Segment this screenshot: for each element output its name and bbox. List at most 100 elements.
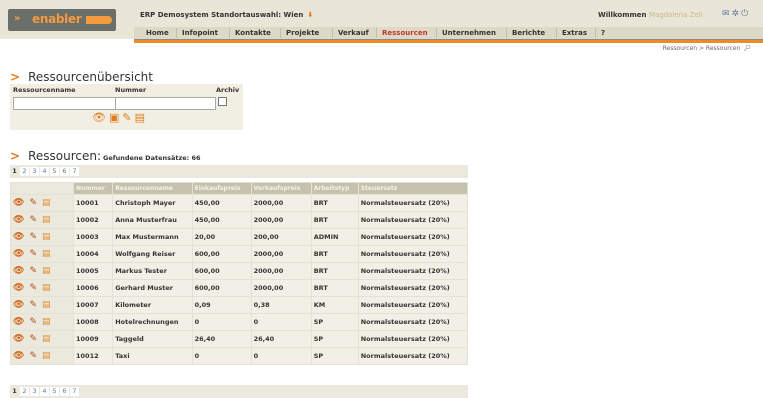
- page-link[interactable]: 5: [50, 387, 59, 396]
- nav-item[interactable]: Ressourcen: [382, 29, 428, 37]
- view-icon[interactable]: 👁︎: [13, 283, 24, 293]
- details-icon[interactable]: ▤: [42, 249, 51, 259]
- nav-item[interactable]: Extras: [562, 29, 587, 37]
- page-link[interactable]: 6: [60, 387, 69, 396]
- nav-item[interactable]: Infopoint: [182, 29, 218, 37]
- column-header[interactable]: Ressourcenname: [113, 183, 192, 194]
- edit-icon[interactable]: ✎: [29, 300, 37, 310]
- column-header[interactable]: Steuersatz: [358, 183, 467, 194]
- nav-item[interactable]: Kontakte: [235, 29, 271, 37]
- table-row[interactable]: 👁︎ ✎ ▤ 10007 Kilometer 0,09 0,38 KM Normalsteuer…: [11, 297, 467, 313]
- page-link[interactable]: 4: [40, 387, 49, 396]
- page-link[interactable]: 7: [70, 167, 79, 176]
- mail-icon[interactable]: ✉: [722, 9, 730, 19]
- archive-checkbox[interactable]: [218, 97, 227, 106]
- details-icon[interactable]: ▤: [42, 198, 51, 208]
- number-input[interactable]: [115, 97, 216, 110]
- page-link[interactable]: 7: [70, 387, 79, 396]
- details-icon[interactable]: ▤: [42, 266, 51, 276]
- page-link[interactable]: 1: [10, 167, 19, 176]
- details-icon[interactable]: ▤: [42, 232, 51, 242]
- table-row[interactable]: 👁︎ ✎ ▤ 10003 Max Mustermann 20,00 200,00 ADMIN N…: [11, 229, 467, 245]
- table-row[interactable]: 👁︎ ✎ ▤ 10002 Anna Musterfrau 450,00 2000,00 BRT…: [11, 212, 467, 228]
- table-row[interactable]: 👁︎ ✎ ▤ 10008 Hotelrechnungen 0 0 SP Normalsteuer…: [11, 314, 467, 330]
- view-icon[interactable]: 👁︎: [13, 300, 24, 310]
- table-cell: SP: [311, 348, 358, 364]
- name-input[interactable]: [13, 97, 116, 110]
- location-dropdown-icon[interactable]: ⬇: [307, 11, 313, 19]
- view-icon[interactable]: 👁︎: [13, 249, 24, 259]
- view-icon[interactable]: 👁︎: [13, 232, 24, 242]
- table-row[interactable]: 👁︎ ✎ ▤ 10012 Taxi 0 0 SP Normalsteuersatz (20%): [11, 348, 467, 364]
- view-icon[interactable]: 👁︎: [13, 266, 24, 276]
- view-icon[interactable]: 👁︎: [13, 317, 24, 327]
- new-icon[interactable]: ▣: [109, 111, 119, 124]
- row-actions: 👁︎ ✎ ▤: [11, 331, 73, 347]
- nav-separator: [376, 28, 377, 38]
- edit-icon[interactable]: ✎: [29, 266, 37, 276]
- breadcrumb-text[interactable]: Ressourcen > Ressourcen: [663, 45, 741, 52]
- view-icon[interactable]: 👁︎: [92, 111, 106, 124]
- page-link[interactable]: 1: [10, 387, 19, 396]
- page-link[interactable]: 5: [50, 167, 59, 176]
- power-icon[interactable]: ⏻: [741, 9, 748, 19]
- details-icon[interactable]: ▤: [42, 334, 51, 344]
- main-navigation: Home Infopoint Kontakte Projekte Verkauf Ress…: [134, 27, 763, 41]
- edit-icon[interactable]: ✎: [29, 215, 37, 225]
- nav-item[interactable]: Unternehmen: [442, 29, 496, 37]
- edit-icon[interactable]: ✎: [29, 249, 37, 259]
- welcome-text: Willkommen Magdalena Zell: [598, 11, 703, 19]
- location-selector[interactable]: ERP Demosystem Standortauswahl: Wien ⬇: [140, 11, 313, 19]
- nav-item[interactable]: Verkauf: [338, 29, 369, 37]
- pagination-bottom: 1234567: [10, 385, 468, 398]
- column-header[interactable]: Verkaufspreis: [251, 183, 311, 194]
- breadcrumb-search-icon[interactable]: 🔎︎: [743, 45, 751, 52]
- table-row[interactable]: 👁︎ ✎ ▤ 10006 Gerhard Muster 600,00 2000,00 BRT N…: [11, 280, 467, 296]
- view-icon[interactable]: 👁︎: [13, 351, 24, 361]
- details-icon[interactable]: ▤: [42, 317, 51, 327]
- column-header[interactable]: Einkaufspreis: [192, 183, 251, 194]
- column-header[interactable]: Arbeitstyp: [311, 183, 358, 194]
- page-link[interactable]: 4: [40, 167, 49, 176]
- table-row[interactable]: 👁︎ ✎ ▤ 10009 Taggeld 26,40 26,40 SP Normalsteuer…: [11, 331, 467, 347]
- edit-icon[interactable]: ✎: [29, 283, 37, 293]
- user-name[interactable]: Magdalena Zell: [649, 11, 703, 19]
- view-icon[interactable]: 👁︎: [13, 334, 24, 344]
- table-row[interactable]: 👁︎ ✎ ▤ 10001 Christoph Mayer 450,00 2000,00 BRT…: [11, 195, 467, 211]
- tools-icon[interactable]: ✎: [122, 111, 131, 124]
- view-icon[interactable]: 👁︎: [13, 198, 24, 208]
- nav-separator: [176, 28, 177, 38]
- nav-item[interactable]: Projekte: [286, 29, 319, 37]
- page-link[interactable]: 2: [20, 387, 29, 396]
- page-link[interactable]: 3: [30, 387, 39, 396]
- details-icon[interactable]: ▤: [42, 283, 51, 293]
- found-count: Gefundene Datensätze: 66: [103, 154, 201, 162]
- export-icon[interactable]: ▤: [135, 111, 145, 124]
- details-icon[interactable]: ▤: [42, 300, 51, 310]
- view-icon[interactable]: 👁︎: [13, 215, 24, 225]
- table-cell: Markus Tester: [113, 263, 192, 279]
- table-cell: 200,00: [251, 229, 311, 245]
- row-actions: 👁︎ ✎ ▤: [11, 348, 73, 364]
- nav-item[interactable]: Berichte: [512, 29, 545, 37]
- nav-item[interactable]: Home: [146, 29, 169, 37]
- nav-item[interactable]: ?: [601, 29, 605, 37]
- edit-icon[interactable]: ✎: [29, 317, 37, 327]
- table-row[interactable]: 👁︎ ✎ ▤ 10005 Markus Tester 600,00 2000,00 BRT No…: [11, 263, 467, 279]
- edit-icon[interactable]: ✎: [29, 351, 37, 361]
- edit-icon[interactable]: ✎: [29, 232, 37, 242]
- nav-separator: [595, 28, 596, 38]
- table-row[interactable]: 👁︎ ✎ ▤ 10004 Wolfgang Reiser 600,00 2000,00 BRT…: [11, 246, 467, 262]
- column-header[interactable]: Nummer: [74, 183, 113, 194]
- table-cell: BRT: [311, 280, 358, 296]
- page-link[interactable]: 6: [60, 167, 69, 176]
- settings-icon[interactable]: ✲: [732, 9, 740, 19]
- enabler-logo[interactable]: » enabler: [8, 9, 116, 31]
- page-link[interactable]: 3: [30, 167, 39, 176]
- details-icon[interactable]: ▤: [42, 351, 51, 361]
- edit-icon[interactable]: ✎: [29, 334, 37, 344]
- search-actions: 👁︎ ▣ ✎ ▤: [92, 111, 148, 124]
- edit-icon[interactable]: ✎: [29, 198, 37, 208]
- page-link[interactable]: 2: [20, 167, 29, 176]
- details-icon[interactable]: ▤: [42, 215, 51, 225]
